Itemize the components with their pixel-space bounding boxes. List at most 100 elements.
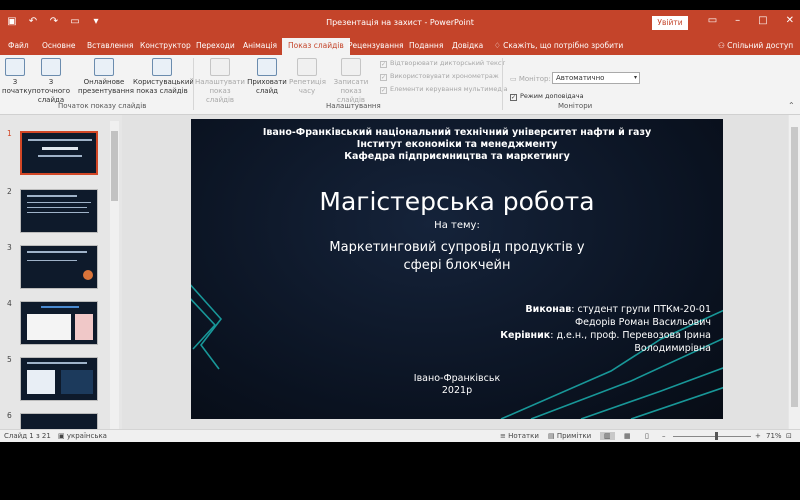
monitor-select[interactable]: Автоматично ▾ bbox=[552, 72, 640, 84]
play-narrations-label: Відтворювати дикторський текст bbox=[390, 59, 506, 67]
presenter-view-checkbox[interactable]: ✓ Режим доповідача bbox=[510, 92, 584, 101]
present-online-label: Онлайнове презентування bbox=[78, 78, 134, 95]
minimize-icon[interactable]: – bbox=[735, 15, 740, 26]
thumbnail-text-line bbox=[28, 139, 92, 141]
tab-home[interactable]: Основне bbox=[42, 41, 75, 50]
tab-file[interactable]: Файл bbox=[8, 41, 29, 50]
media-controls-label: Елементи керування мультимедіа bbox=[390, 85, 508, 93]
save-icon[interactable]: ▣ bbox=[6, 16, 18, 27]
current-slide[interactable]: Івано-Франківський національний технічни… bbox=[191, 119, 723, 419]
slide-sorter-icon[interactable]: ▦ bbox=[624, 432, 631, 440]
language-status[interactable]: ▣ українська bbox=[58, 432, 107, 440]
scrollbar-thumb[interactable] bbox=[111, 131, 118, 201]
reading-view-icon[interactable]: ▯ bbox=[645, 432, 649, 440]
slide-thumbnail-1[interactable] bbox=[20, 131, 98, 175]
start-from-beginning-icon[interactable]: ▭ bbox=[69, 16, 81, 27]
rehearse-timings-button[interactable]: Репетиція часу bbox=[289, 58, 326, 96]
scrollbar-thumb[interactable] bbox=[791, 127, 798, 407]
slide-thumbnail-4[interactable] bbox=[20, 301, 98, 345]
author-block: Виконав: студент групи ПТКм-20-01 Федорі… bbox=[500, 303, 711, 355]
tab-animations[interactable]: Анімація bbox=[243, 41, 277, 50]
hide-slide-label: Приховати слайд bbox=[247, 78, 287, 95]
zoom-slider[interactable] bbox=[673, 436, 751, 437]
close-icon[interactable]: ✕ bbox=[786, 15, 794, 26]
present-online-icon bbox=[94, 58, 114, 76]
zoom-in-icon[interactable]: + bbox=[755, 432, 761, 440]
tab-insert[interactable]: Вставлення bbox=[87, 41, 133, 50]
from-current-button[interactable]: З поточного слайда bbox=[30, 58, 72, 105]
notes-button[interactable]: ≡ Нотатки bbox=[500, 432, 539, 440]
comments-label: Примітки bbox=[556, 432, 592, 440]
presenter-view-label: Режим доповідача bbox=[520, 92, 584, 100]
thumbnail-image bbox=[75, 314, 93, 340]
share-label: Спільний доступ bbox=[727, 41, 794, 50]
slide-thumbnail-2[interactable] bbox=[20, 189, 98, 233]
zoom-out-icon[interactable]: – bbox=[662, 432, 666, 440]
slide-thumbnail-6[interactable] bbox=[20, 413, 98, 429]
thumbnail-text-line bbox=[27, 260, 77, 261]
thumbnail-number: 4 bbox=[7, 299, 12, 308]
zoom-level[interactable]: 71% bbox=[766, 432, 782, 440]
monitor-label-text: Монітор: bbox=[518, 75, 551, 83]
thumbnails-scrollbar[interactable] bbox=[110, 121, 119, 429]
signin-button[interactable]: Увійти bbox=[652, 16, 688, 30]
lightbulb-icon: ♢ bbox=[494, 41, 504, 50]
ribbon-display-options-icon[interactable]: ▭ bbox=[708, 15, 717, 26]
thumbnail-text-line bbox=[38, 155, 82, 157]
tab-design[interactable]: Конструктор bbox=[140, 41, 191, 50]
record-slideshow-button[interactable]: Записати показ слайдів bbox=[326, 58, 376, 105]
slide-thumbnails-pane: 1 2 3 4 5 6 bbox=[0, 121, 120, 429]
rehearse-timings-label: Репетиція часу bbox=[289, 78, 326, 95]
window-controls: ▭ – □ ✕ bbox=[708, 15, 794, 26]
comments-button[interactable]: ▤ Примітки bbox=[548, 432, 591, 440]
share-button[interactable]: ⚇ Спільний доступ bbox=[718, 41, 793, 50]
slide-thumbnail-5[interactable] bbox=[20, 357, 98, 401]
thumbnail-number: 1 bbox=[7, 129, 12, 138]
tell-me-box[interactable]: ♢ Скажіть, що потрібно зробити bbox=[494, 41, 623, 50]
from-beginning-button[interactable]: З початку bbox=[2, 58, 32, 96]
author-group: : студент групи ПТКм-20-01 bbox=[571, 304, 711, 315]
setup-slideshow-button[interactable]: Налаштувати показ слайдів bbox=[195, 58, 245, 105]
zoom-slider-thumb[interactable] bbox=[715, 432, 718, 440]
notes-icon: ≡ bbox=[500, 432, 509, 440]
tab-help[interactable]: Довідка bbox=[452, 41, 483, 50]
tab-slideshow[interactable]: Показ слайдів bbox=[282, 38, 350, 55]
play-narrations-checkbox[interactable]: ✓ Відтворювати дикторський текст bbox=[380, 59, 505, 68]
monitor-label: ▭ Монітор: bbox=[510, 75, 551, 83]
thumbnail-number: 2 bbox=[7, 187, 12, 196]
use-timings-checkbox[interactable]: ✓ Використовувати хронометраж bbox=[380, 72, 499, 81]
author-name: Федорів Роман Васильович bbox=[574, 317, 711, 328]
thumbnail-image bbox=[27, 370, 55, 394]
thumbnail-image bbox=[61, 370, 93, 394]
present-online-button[interactable]: Онлайнове презентування bbox=[78, 58, 134, 96]
group-separator bbox=[193, 58, 194, 110]
normal-view-icon[interactable]: ▥ bbox=[600, 432, 615, 440]
setup-slideshow-icon bbox=[210, 58, 230, 76]
group-label-start: Початок показу слайдів bbox=[58, 102, 147, 110]
tab-review[interactable]: Рецензування bbox=[348, 41, 404, 50]
slide-year: 2021р bbox=[441, 385, 473, 396]
slide-thumbnail-3[interactable] bbox=[20, 245, 98, 289]
document-title: Презентація на захист - PowerPoint bbox=[326, 18, 474, 27]
slide-counter: Слайд 1 з 21 bbox=[4, 432, 51, 440]
thumbnail-text-line bbox=[27, 251, 87, 253]
collapse-ribbon-icon[interactable]: ⌃ bbox=[788, 101, 795, 110]
undo-icon[interactable]: ↶ bbox=[27, 16, 39, 27]
media-controls-checkbox[interactable]: ✓ Елементи керування мультимедіа bbox=[380, 85, 508, 94]
canvas-scrollbar[interactable] bbox=[789, 115, 800, 429]
fit-to-window-icon[interactable]: ⊡ bbox=[786, 432, 792, 440]
supervisor-name: Володимирівна bbox=[634, 343, 711, 354]
custom-slideshow-button[interactable]: Користувацький показ слайдів bbox=[133, 58, 194, 96]
chevron-down-icon: ▾ bbox=[633, 74, 637, 81]
thumbnail-image bbox=[27, 314, 71, 340]
redo-icon[interactable]: ↷ bbox=[48, 16, 60, 27]
tab-transitions[interactable]: Переходи bbox=[196, 41, 235, 50]
maximize-icon[interactable]: □ bbox=[758, 15, 767, 26]
comment-icon: ▤ bbox=[548, 432, 557, 440]
customize-qat-icon[interactable]: ▾ bbox=[90, 16, 102, 27]
thumbnail-number: 3 bbox=[7, 243, 12, 252]
tab-view[interactable]: Подання bbox=[409, 41, 443, 50]
spellcheck-icon: ▣ bbox=[58, 432, 67, 440]
hide-slide-button[interactable]: Приховати слайд bbox=[247, 58, 287, 96]
quick-access-toolbar: ▣ ↶ ↷ ▭ ▾ bbox=[6, 16, 102, 27]
